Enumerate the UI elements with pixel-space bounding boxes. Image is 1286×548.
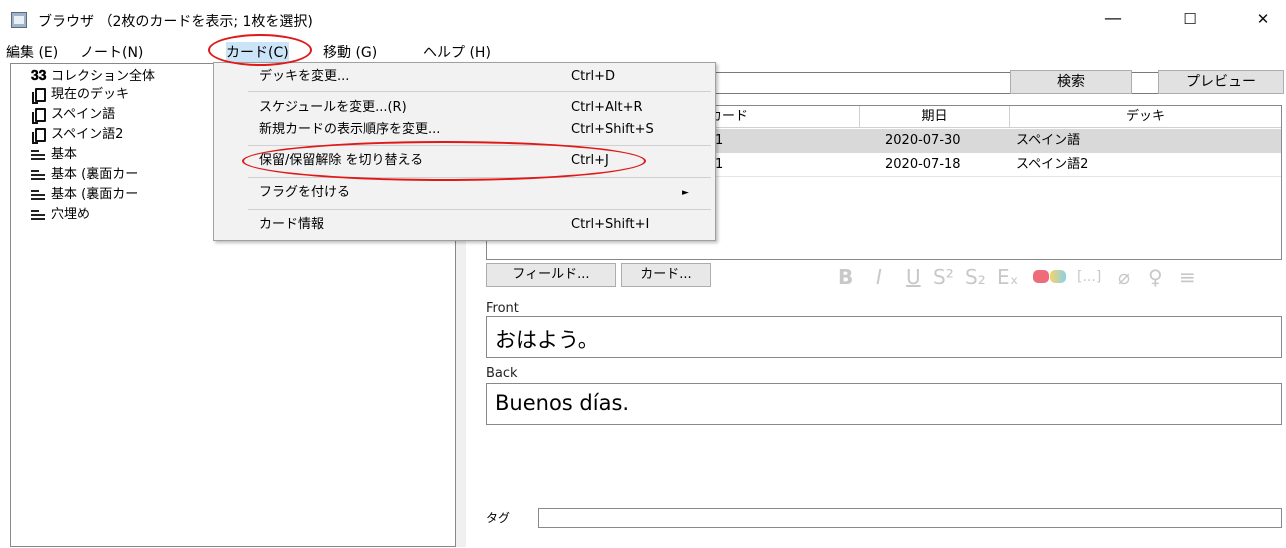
note-type-icon (31, 208, 46, 222)
tags-label: タグ (486, 511, 511, 525)
cell-due: 2020-07-18 (885, 157, 961, 172)
menu-item-reschedule[interactable]: スケジュールを変更...(R) Ctrl+Alt+R (214, 97, 715, 119)
menu-go[interactable]: 移動 (G) (323, 42, 377, 62)
column-header-deck[interactable]: デッキ (1010, 106, 1281, 128)
sidebar-item-label: 現在のデッキ (51, 87, 130, 102)
bold-icon[interactable]: B (838, 265, 853, 289)
front-field-label: Front (486, 301, 519, 316)
menu-edit[interactable]: 編集 (E) (6, 42, 58, 62)
menu-item-toggle-suspend[interactable]: 保留/保留解除 を切り替える Ctrl+J (214, 150, 715, 172)
tags-input[interactable] (538, 508, 1282, 528)
cell-due: 2020-07-30 (885, 133, 961, 148)
sidebar-item-basic[interactable]: 基本 (31, 145, 78, 165)
menu-bar: 編集 (E) ノート(N) カード(C) 移動 (G) ヘルプ (H) (0, 40, 1286, 62)
cell-card: 1 (715, 133, 724, 148)
attach-icon[interactable]: ⌀ (1118, 265, 1130, 289)
fields-button[interactable]: フィールド... (486, 263, 616, 287)
close-button[interactable]: ✕ (1248, 8, 1278, 30)
cloze-icon[interactable]: [...] (1077, 269, 1101, 285)
sidebar-item-current-deck[interactable]: 現在のデッキ (32, 85, 130, 105)
sidebar-item-basic-reverse-optional[interactable]: 基本 (裏面カー (31, 185, 139, 205)
sidebar-item-spanish2[interactable]: スペイン語2 (32, 125, 124, 145)
highlight-color-icon[interactable] (1050, 270, 1066, 283)
back-field-label: Back (486, 366, 518, 381)
card-menu-dropdown: デッキを変更... Ctrl+D スケジュールを変更...(R) Ctrl+Al… (213, 62, 716, 241)
note-type-icon (31, 148, 46, 162)
superscript-icon[interactable]: S² (933, 265, 954, 289)
sidebar-item-whole-collection[interactable]: 𝟑𝟑 コレクション全体 (31, 67, 156, 87)
subscript-icon[interactable]: S₂ (965, 265, 986, 289)
menu-separator (248, 145, 711, 146)
preview-button[interactable]: プレビュー (1158, 70, 1284, 94)
clear-format-icon[interactable]: Eₓ (997, 265, 1019, 289)
sidebar-item-label: 穴埋め (51, 207, 91, 222)
menu-separator (248, 91, 711, 92)
menu-item-reposition[interactable]: 新規カードの表示順序を変更... Ctrl+Shift+S (214, 119, 715, 141)
sidebar-item-label: 基本 (裏面カー (51, 187, 139, 202)
deck-icon (32, 128, 46, 144)
menu-separator (248, 177, 711, 178)
cell-deck: スペイン語2 (1016, 157, 1089, 172)
menu-note[interactable]: ノート(N) (80, 42, 143, 62)
underline-icon[interactable]: U (906, 265, 921, 289)
column-header-due[interactable]: 期日 (860, 106, 1010, 128)
cell-deck: スペイン語 (1016, 133, 1081, 148)
deck-icon (32, 108, 46, 124)
note-type-icon (31, 188, 46, 202)
menu-item-change-deck[interactable]: デッキを変更... Ctrl+D (214, 66, 715, 88)
cell-card: 1 (715, 157, 724, 172)
menu-separator (248, 209, 711, 210)
editor-toolbar: フィールド... カード... B I U S² S₂ Eₓ [...] ⌀ ♀… (486, 261, 1282, 291)
back-field[interactable]: Buenos días. (486, 383, 1282, 425)
front-field[interactable]: おはよう。 (486, 316, 1282, 358)
sidebar-item-label: スペイン語2 (51, 127, 124, 142)
maximize-button[interactable]: ☐ (1175, 8, 1205, 30)
deck-icon (32, 88, 46, 104)
note-type-icon (31, 168, 46, 182)
window-title: ブラウザ （2枚のカードを表示; 1枚を選択) (38, 14, 313, 30)
sidebar-item-label: コレクション全体 (51, 69, 156, 84)
sidebar-item-spanish[interactable]: スペイン語 (32, 105, 116, 125)
more-options-icon[interactable]: ≡ (1179, 265, 1196, 289)
sidebar-item-label: 基本 (51, 147, 78, 162)
sidebar-item-basic-reverse[interactable]: 基本 (裏面カー (31, 165, 139, 185)
menu-item-flag[interactable]: フラグを付ける ► (214, 182, 715, 204)
menu-card[interactable]: カード(C) (226, 42, 289, 62)
minimize-button[interactable]: — (1098, 8, 1128, 30)
menu-item-card-info[interactable]: カード情報 Ctrl+Shift+I (214, 214, 715, 236)
italic-icon[interactable]: I (876, 265, 882, 289)
sidebar-item-label: スペイン語 (51, 107, 116, 122)
collection-icon: 𝟑𝟑 (31, 68, 47, 84)
search-button[interactable]: 検索 (1010, 70, 1132, 94)
title-bar: ブラウザ （2枚のカードを表示; 1枚を選択) — ☐ ✕ (0, 0, 1286, 40)
record-audio-icon[interactable]: ♀ (1148, 265, 1163, 289)
text-color-icon[interactable] (1033, 270, 1049, 283)
submenu-arrow-icon: ► (682, 188, 689, 198)
app-icon (11, 12, 27, 28)
cards-button[interactable]: カード... (621, 263, 711, 287)
sidebar-item-cloze[interactable]: 穴埋め (31, 205, 91, 225)
sidebar-item-label: 基本 (裏面カー (51, 167, 139, 182)
menu-help[interactable]: ヘルプ (H) (423, 42, 491, 62)
